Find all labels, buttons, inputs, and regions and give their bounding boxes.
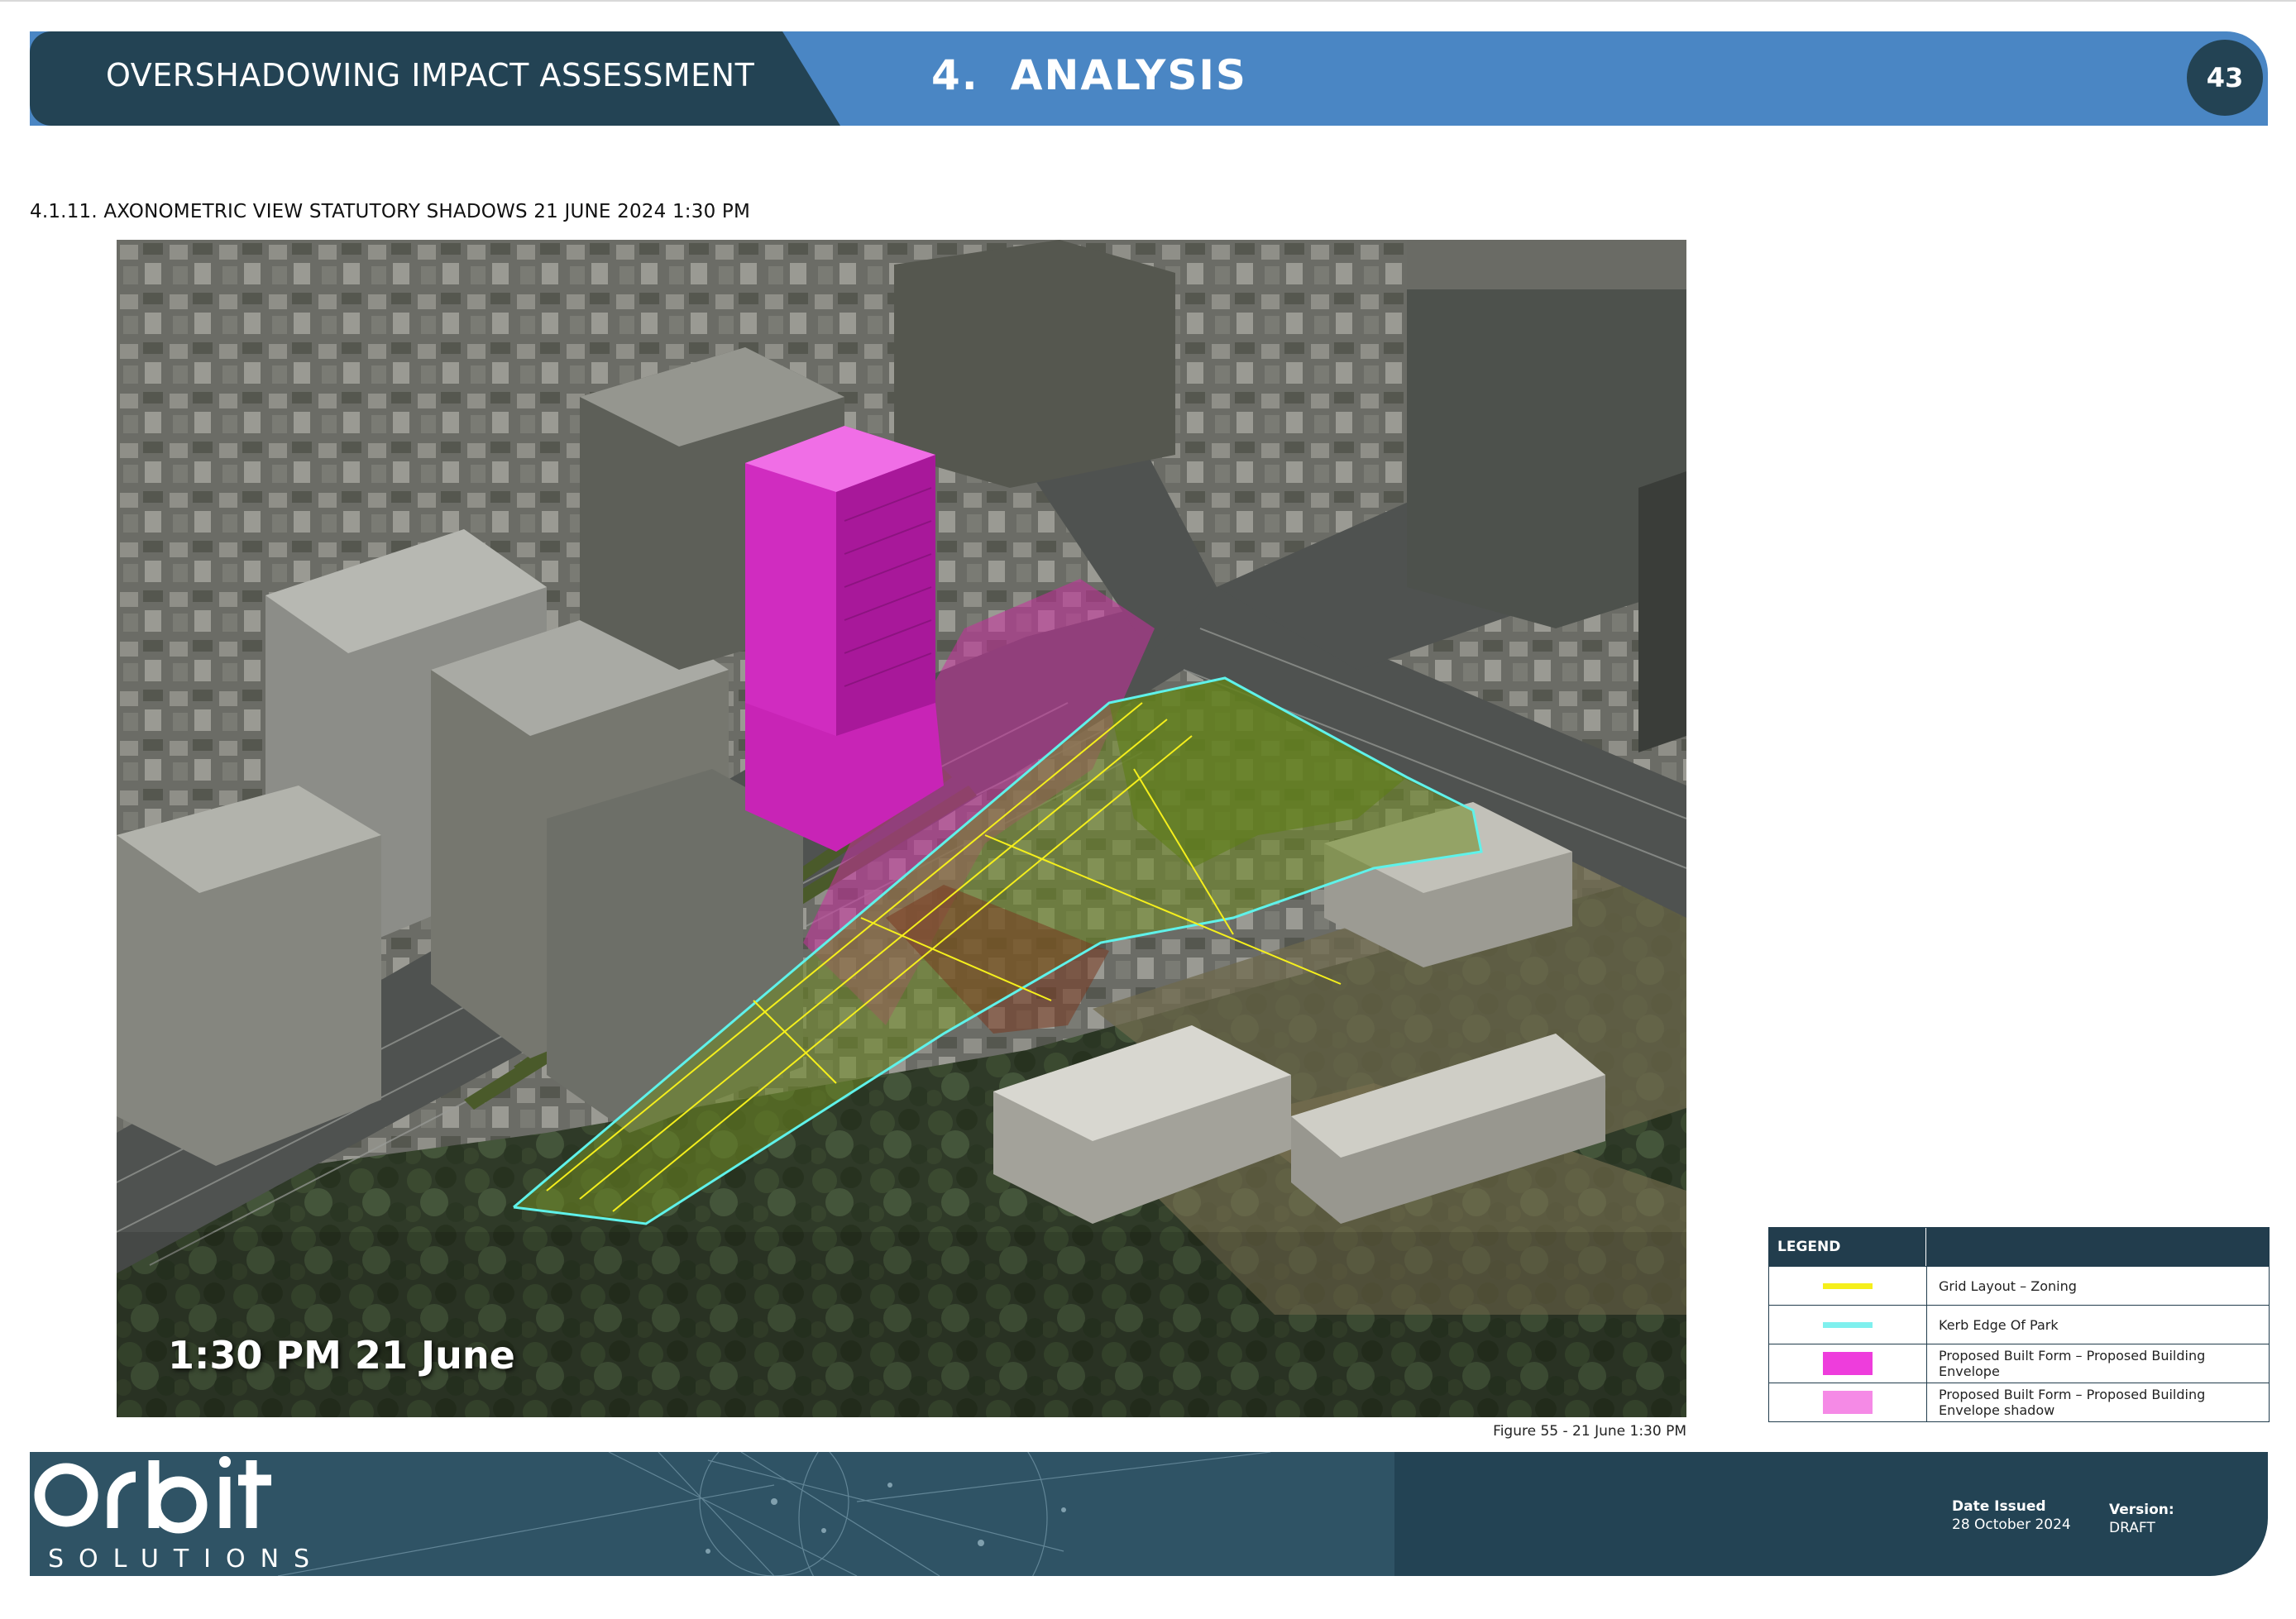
- version-label: Version:: [2109, 1502, 2174, 1518]
- section-number: 4.: [931, 51, 979, 99]
- legend-table: LEGEND Grid Layout – Zoning Kerb Edge Of…: [1768, 1227, 2270, 1422]
- yellow-line-swatch: [1823, 1282, 1873, 1289]
- legend-row: Proposed Built Form – Proposed Building …: [1769, 1383, 2269, 1421]
- section-title: ANALYSIS: [1010, 51, 1247, 99]
- date-issued-value: 28 October 2024: [1952, 1516, 2071, 1533]
- subsection-title: 4.1.11. AXONOMETRIC VIEW STATUTORY SHADO…: [30, 201, 751, 222]
- aerial-city-render: [117, 240, 1686, 1417]
- legend-header: LEGEND: [1769, 1228, 2269, 1266]
- cyan-line-swatch: [1823, 1321, 1873, 1328]
- legend-label: Proposed Built Form – Proposed Building …: [1939, 1387, 2206, 1418]
- legend-row: Kerb Edge Of Park: [1769, 1305, 2269, 1344]
- legend-label: Proposed Built Form – Proposed Building …: [1939, 1348, 2206, 1379]
- magenta-box-swatch: [1823, 1352, 1873, 1375]
- axonometric-shadow-image: 1:30 PM 21 June: [117, 240, 1686, 1417]
- time-overlay-label: 1:30 PM 21 June: [168, 1333, 515, 1378]
- footer-network-graphic: [30, 1452, 1394, 1576]
- page-header: OVERSHADOWING IMPACT ASSESSMENT 4. ANALYS…: [30, 31, 2268, 126]
- legend-label: Kerb Edge Of Park: [1939, 1316, 2059, 1333]
- orbit-logo: [34, 1456, 271, 1534]
- page-number-badge: 43: [2187, 40, 2263, 116]
- legend-label: Grid Layout – Zoning: [1939, 1278, 2077, 1294]
- figure-caption: Figure 55 - 21 June 1:30 PM: [1493, 1423, 1686, 1440]
- page-footer: SOLUTIONS Date Issued 28 October 2024 Ve…: [30, 1452, 2268, 1576]
- legend-heading: LEGEND: [1769, 1228, 1926, 1266]
- legend-row: Grid Layout – Zoning: [1769, 1266, 2269, 1305]
- version-value: DRAFT: [2109, 1520, 2155, 1536]
- date-issued-label: Date Issued: [1952, 1498, 2046, 1515]
- document-title: OVERSHADOWING IMPACT ASSESSMENT: [106, 57, 755, 93]
- proposed-building-envelope: [745, 426, 944, 852]
- legend-row: Proposed Built Form – Proposed Building …: [1769, 1344, 2269, 1383]
- section-heading: 4. ANALYSIS: [931, 51, 1247, 99]
- pink-box-swatch: [1823, 1391, 1873, 1414]
- top-rule: [0, 0, 2296, 2]
- logo-wordmark: SOLUTIONS: [48, 1545, 325, 1574]
